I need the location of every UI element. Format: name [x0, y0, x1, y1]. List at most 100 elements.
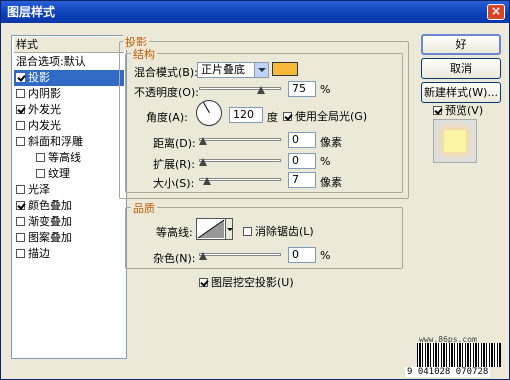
use-global-light-label: 使用全局光(G): [295, 110, 368, 123]
style-list-item-label: 投影: [28, 71, 50, 84]
checkbox-unchecked-icon[interactable]: [243, 227, 252, 236]
noise-input[interactable]: 0: [288, 247, 316, 263]
checkbox-unchecked-icon[interactable]: [16, 185, 25, 194]
checkbox-checked-icon[interactable]: [16, 73, 25, 82]
knockout-checkbox[interactable]: 图层挖空投影(U): [199, 274, 294, 290]
blend-mode-value: 正片叠底: [201, 63, 245, 76]
size-slider[interactable]: [199, 172, 281, 186]
shadow-color-swatch[interactable]: [272, 62, 298, 76]
slider-thumb[interactable]: [203, 174, 212, 186]
size-label: 大小(S):: [153, 177, 195, 190]
spread-input[interactable]: 0: [288, 153, 316, 169]
style-list-item[interactable]: 等高线: [14, 150, 124, 166]
style-list-item-label: 斜面和浮雕: [28, 135, 83, 148]
distance-input[interactable]: 0: [288, 132, 316, 148]
spread-unit: %: [320, 155, 331, 168]
anti-alias-checkbox[interactable]: 消除锯齿(L): [243, 223, 314, 239]
style-list-item-label: 图案叠加: [28, 231, 72, 244]
distance-slider[interactable]: [199, 132, 281, 146]
slider-thumb[interactable]: [199, 249, 208, 261]
checkbox-unchecked-icon[interactable]: [16, 233, 25, 242]
new-style-button[interactable]: 新建样式(W)...: [421, 82, 501, 103]
noise-slider[interactable]: [199, 247, 281, 261]
slider-thumb[interactable]: [199, 134, 208, 146]
size-input[interactable]: 7: [288, 172, 316, 188]
knockout-label: 图层挖空投影(U): [211, 276, 294, 289]
style-list-item[interactable]: 图案叠加: [14, 230, 124, 246]
slider-thumb[interactable]: [257, 83, 266, 95]
opacity-label: 不透明度(O):: [134, 86, 199, 99]
preview-label: 预览(V): [445, 104, 484, 117]
checkbox-checked-icon[interactable]: [199, 278, 208, 287]
barcode-image: [417, 343, 501, 367]
preview-checkbox[interactable]: 预览(V): [433, 102, 483, 118]
style-list-item[interactable]: 投影: [14, 70, 124, 86]
preview-thumbnail: [444, 130, 466, 152]
checkbox-checked-icon[interactable]: [283, 112, 292, 121]
quality-title: 品质: [131, 200, 157, 216]
barcode-number: 9 041028 070728: [405, 367, 491, 377]
style-preview: [433, 119, 477, 163]
spread-slider[interactable]: [199, 153, 281, 167]
angle-unit: 度: [267, 111, 278, 124]
angle-label: 角度(A):: [146, 111, 188, 124]
style-list-item[interactable]: 混合选项:默认: [14, 54, 124, 70]
opacity-input[interactable]: 75: [288, 81, 316, 97]
blend-mode-select[interactable]: 正片叠底: [197, 62, 269, 78]
style-list-item[interactable]: 内阴影: [14, 86, 124, 102]
opacity-slider[interactable]: [199, 81, 281, 95]
slider-thumb[interactable]: [199, 155, 208, 167]
checkbox-checked-icon[interactable]: [433, 106, 442, 115]
angle-input[interactable]: 120: [229, 107, 263, 123]
contour-picker[interactable]: [196, 218, 226, 240]
contour-label: 等高线:: [156, 226, 193, 239]
checkbox-unchecked-icon[interactable]: [16, 89, 25, 98]
size-unit: 像素: [320, 176, 342, 189]
blend-mode-label: 混合模式(B):: [134, 66, 198, 79]
style-list-item-label: 颜色叠加: [28, 199, 72, 212]
structure-title: 结构: [131, 46, 157, 62]
opacity-unit: %: [320, 83, 331, 96]
distance-label: 距离(D):: [153, 137, 196, 150]
contour-curve-icon: [197, 219, 225, 239]
style-list-item-label: 等高线: [48, 151, 81, 164]
checkbox-checked-icon[interactable]: [16, 105, 25, 114]
noise-label: 杂色(N):: [153, 252, 196, 265]
style-list-item[interactable]: 斜面和浮雕: [14, 134, 124, 150]
style-list-item-label: 内阴影: [28, 87, 61, 100]
contour-dropdown-button[interactable]: [225, 218, 233, 240]
checkbox-unchecked-icon[interactable]: [36, 169, 45, 178]
style-list-item-label: 纹理: [48, 167, 70, 180]
angle-dial[interactable]: [196, 100, 222, 126]
chevron-down-icon[interactable]: [254, 63, 268, 77]
use-global-light-checkbox[interactable]: 使用全局光(G): [283, 108, 367, 124]
style-list-item-label: 光泽: [28, 183, 50, 196]
checkbox-unchecked-icon[interactable]: [16, 121, 25, 130]
style-list-item[interactable]: 纹理: [14, 166, 124, 182]
dialog-title: 图层样式: [7, 5, 56, 19]
checkbox-unchecked-icon[interactable]: [36, 153, 45, 162]
style-list-item[interactable]: 渐变叠加: [14, 214, 124, 230]
anti-alias-label: 消除锯齿(L): [255, 225, 314, 238]
style-list-item[interactable]: 描边: [14, 246, 124, 262]
style-list-item[interactable]: 内发光: [14, 118, 124, 134]
angle-needle: [203, 102, 210, 113]
style-list-item-label: 描边: [28, 247, 50, 260]
checkbox-unchecked-icon[interactable]: [16, 137, 25, 146]
style-list-item-label: 混合选项:默认: [16, 55, 86, 68]
checkbox-unchecked-icon[interactable]: [16, 249, 25, 258]
style-list-item[interactable]: 光泽: [14, 182, 124, 198]
style-list-item[interactable]: 颜色叠加: [14, 198, 124, 214]
layer-style-dialog: 图层样式 × 样式 混合选项:默认 投影 内阴影 外发光 内发光 斜面和浮雕 等高线 纹理 光泽…: [0, 0, 510, 380]
cancel-button[interactable]: 取消: [421, 58, 501, 79]
title-bar: 图层样式 ×: [1, 1, 509, 23]
checkbox-checked-icon[interactable]: [16, 201, 25, 210]
style-list-item[interactable]: 外发光: [14, 102, 124, 118]
style-list-item-label: 外发光: [28, 103, 61, 116]
style-list-item-label: 内发光: [28, 119, 61, 132]
noise-unit: %: [320, 249, 331, 262]
checkbox-unchecked-icon[interactable]: [16, 217, 25, 226]
close-button[interactable]: ×: [487, 4, 505, 20]
style-list-item-label: 渐变叠加: [28, 215, 72, 228]
ok-button[interactable]: 好: [421, 34, 501, 55]
